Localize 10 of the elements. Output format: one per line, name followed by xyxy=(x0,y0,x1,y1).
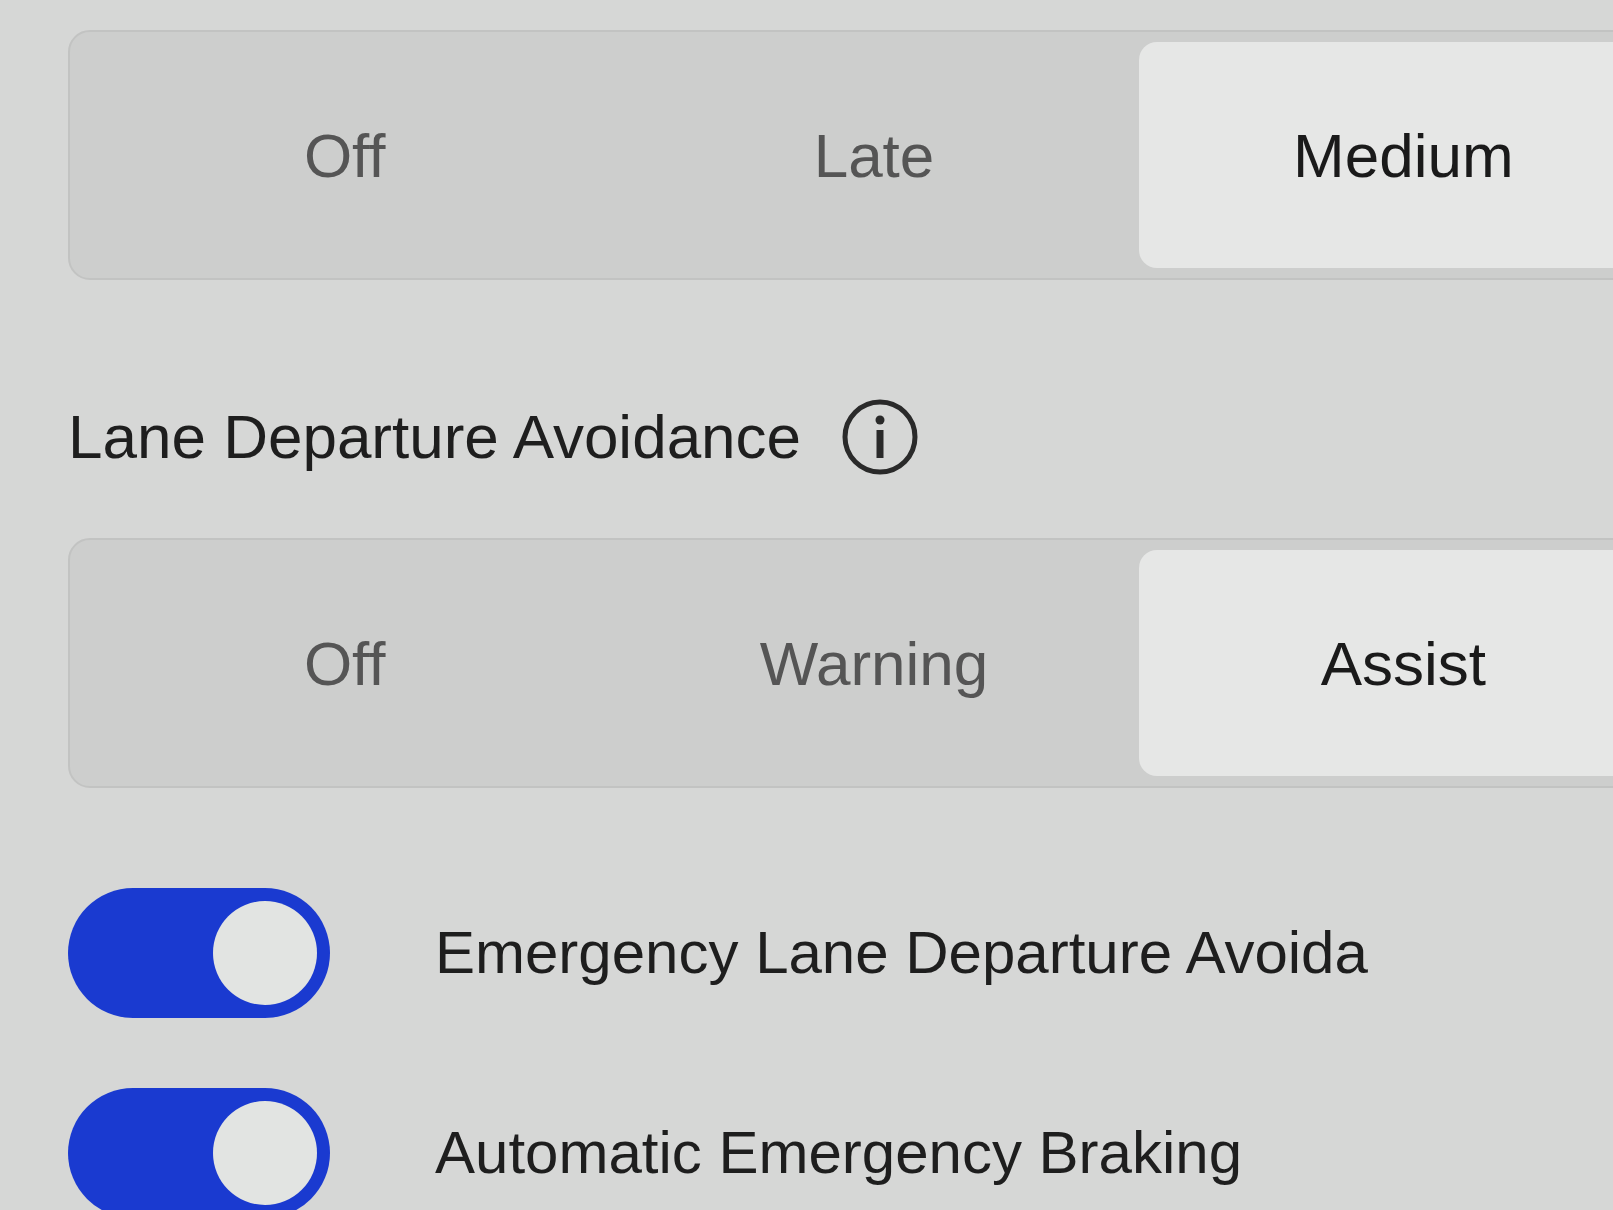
toggle-label: Emergency Lane Departure Avoida xyxy=(435,918,1368,988)
segment-option[interactable]: Off xyxy=(80,42,610,268)
segment-option[interactable]: Off xyxy=(80,550,610,776)
segment-option[interactable]: Medium xyxy=(1138,42,1613,268)
segment-option[interactable]: Assist xyxy=(1138,550,1613,776)
segment-option[interactable]: Late xyxy=(609,42,1139,268)
section-heading: Lane Departure Avoidance xyxy=(68,401,802,473)
segment-option[interactable]: Warning xyxy=(609,550,1139,776)
toggle-label: Automatic Emergency Braking xyxy=(435,1118,1242,1188)
info-icon[interactable] xyxy=(841,397,920,476)
